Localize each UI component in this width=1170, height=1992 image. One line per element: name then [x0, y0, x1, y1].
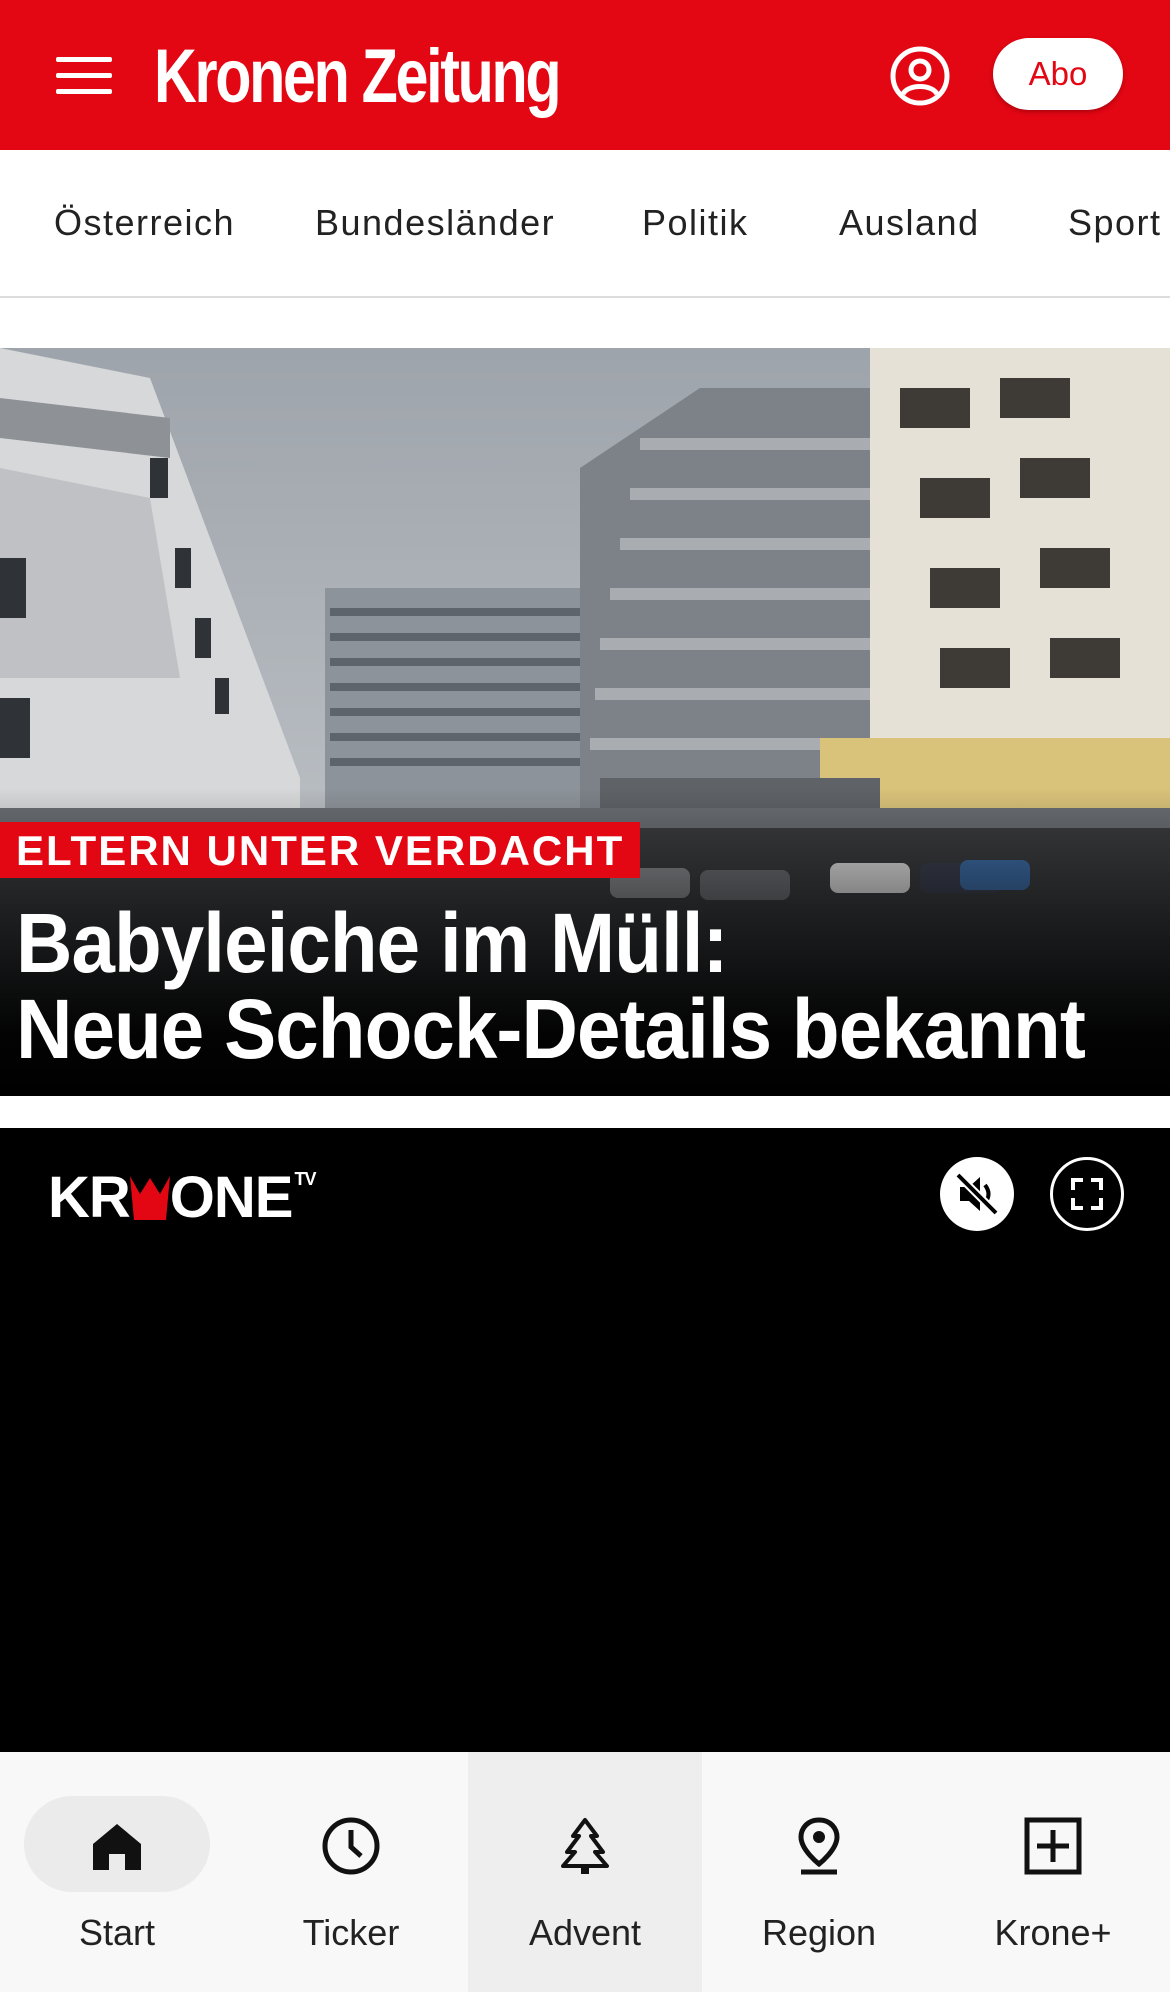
bottom-nav-label: Start	[78, 1912, 156, 1953]
tv-logo-left: KR	[48, 1165, 131, 1230]
christmas-tree-icon	[561, 1818, 609, 1874]
fullscreen-button[interactable]	[1050, 1157, 1124, 1231]
hamburger-menu-icon[interactable]	[56, 57, 112, 95]
plus-box-icon	[1024, 1817, 1082, 1875]
bottom-nav-advent[interactable]: Advent	[468, 1752, 702, 1992]
category-nav: Österreich Bundesländer Politik Ausland …	[0, 150, 1170, 298]
fullscreen-icon	[1071, 1178, 1103, 1210]
article-headline[interactable]: Babyleiche im Müll: Neue Schock-Details …	[16, 896, 1086, 1076]
article-kicker: ELTERN UNTER VERDACHT	[0, 822, 641, 878]
nav-item-ausland[interactable]: Ausland	[839, 202, 980, 244]
nav-item-politik[interactable]: Politik	[642, 202, 749, 244]
tv-logo-right: ONE	[169, 1165, 294, 1230]
nav-item-bundeslaender[interactable]: Bundesländer	[315, 202, 555, 244]
bottom-nav-region[interactable]: Region	[702, 1752, 936, 1992]
bottom-nav-label: Krone+	[994, 1912, 1112, 1953]
hero-article[interactable]: ELTERN UNTER VERDACHT Babyleiche im Müll…	[0, 348, 1170, 1096]
muted-speaker-icon	[955, 1172, 999, 1216]
bottom-nav-ticker[interactable]: Ticker	[234, 1752, 468, 1992]
nav-item-oesterreich[interactable]: Österreich	[54, 202, 235, 244]
bottom-nav-start[interactable]: Start	[0, 1752, 234, 1992]
bottom-nav-krone-plus[interactable]: Krone+	[936, 1752, 1170, 1992]
clock-icon	[322, 1817, 380, 1875]
tv-logo-sup: TV	[294, 1169, 316, 1189]
bottom-nav-label: Advent	[528, 1912, 642, 1953]
location-pin-icon	[798, 1817, 840, 1875]
nav-item-sport[interactable]: Sport	[1068, 202, 1162, 244]
home-icon	[93, 1824, 141, 1870]
top-app-bar: Kronen Zeitung Abo	[0, 0, 1170, 150]
bottom-nav-label: Region	[761, 1912, 877, 1953]
krone-tv-logo: KR ONE TV	[48, 1169, 316, 1227]
site-logo[interactable]: Kronen Zeitung	[154, 36, 562, 118]
krone-tv-player[interactable]: KR ONE TV	[0, 1128, 1170, 1752]
mute-button[interactable]	[940, 1157, 1014, 1231]
abo-button[interactable]: Abo	[993, 38, 1123, 110]
headline-line-2: Neue Schock-Details bekannt	[16, 982, 1086, 1076]
bottom-nav-label: Ticker	[302, 1912, 400, 1953]
bottom-navigation: Start Ticker Advent Region Krone+	[0, 1752, 1170, 1992]
user-account-icon[interactable]	[890, 46, 950, 106]
headline-line-1: Babyleiche im Müll:	[16, 896, 729, 990]
crown-icon	[129, 1176, 170, 1220]
